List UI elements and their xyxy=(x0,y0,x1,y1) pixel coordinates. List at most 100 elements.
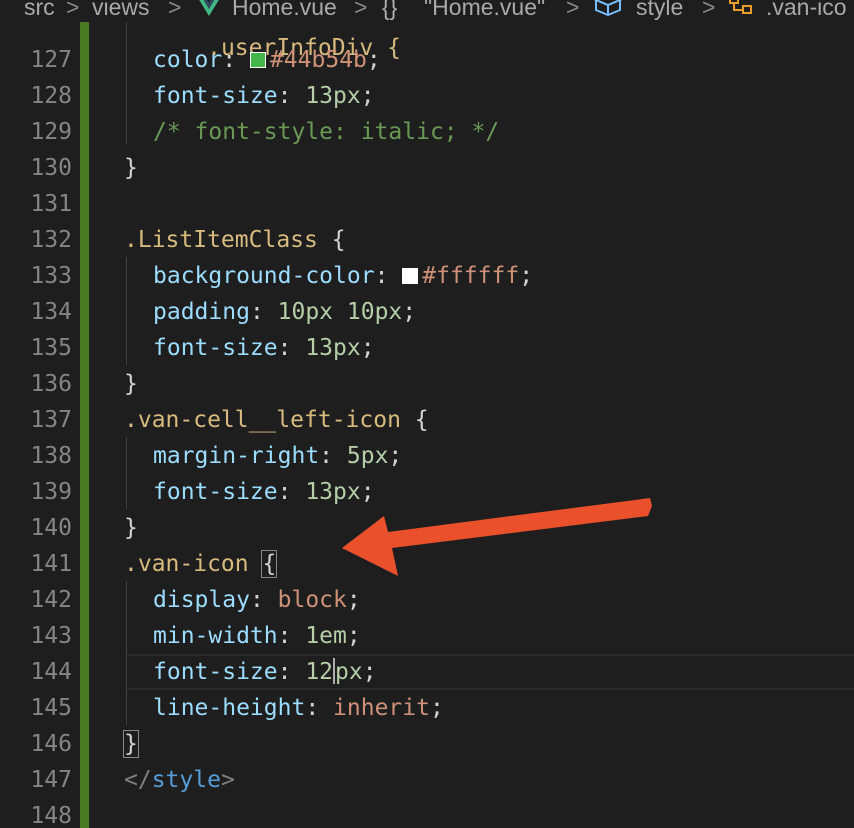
colon: : xyxy=(319,443,347,469)
matched-closing-brace: } xyxy=(123,730,139,758)
code-line-127[interactable]: color: #44b54b; xyxy=(153,42,381,78)
code-line-144[interactable]: font-size: 12px; xyxy=(153,654,377,690)
css-value-number: 12 xyxy=(305,659,334,685)
semicolon: ; xyxy=(360,335,375,361)
line-number: 133 xyxy=(30,263,72,289)
line-number: 129 xyxy=(30,119,72,145)
breadcrumb-item-style[interactable]: style xyxy=(636,0,683,22)
code-line-129[interactable]: /* font-style: italic; */ xyxy=(153,114,499,150)
cube-icon xyxy=(593,0,623,22)
closing-brace: } xyxy=(124,515,138,541)
css-selector: .van-icon xyxy=(124,551,249,577)
css-value: 1em xyxy=(305,623,347,649)
closing-brace: } xyxy=(124,155,138,181)
code-line-145[interactable]: line-height: inherit; xyxy=(153,690,444,726)
code-line-146[interactable]: } xyxy=(123,726,139,762)
breadcrumb: src > views > Home.vue > {} "Home.vue" >… xyxy=(0,0,854,22)
colon: : xyxy=(277,659,306,685)
line-number-gutter[interactable]: 126 127 128 129 130 131 132 133 134 135 … xyxy=(0,0,86,828)
css-value: block xyxy=(277,587,347,613)
css-value: 13px xyxy=(305,83,361,109)
code-line-135[interactable]: font-size: 13px; xyxy=(153,330,375,366)
closing-brace: } xyxy=(124,371,138,397)
code-line-139[interactable]: font-size: 13px; xyxy=(153,474,375,510)
braces-icon: {} xyxy=(382,0,398,20)
color-swatch[interactable] xyxy=(249,52,266,68)
code-line-130[interactable]: } xyxy=(124,150,138,186)
line-number: 128 xyxy=(30,83,72,109)
color-swatch[interactable] xyxy=(402,268,419,284)
css-value: #ffffff xyxy=(422,263,520,289)
css-value: 13px xyxy=(305,335,361,361)
line-number: 134 xyxy=(30,299,72,325)
opening-brace: { xyxy=(400,407,429,433)
line-number: 131 xyxy=(30,191,72,217)
css-comment: /* font-style: italic; */ xyxy=(153,119,500,145)
colon: : xyxy=(249,299,278,325)
code-line-128[interactable]: font-size: 13px; xyxy=(153,78,375,114)
breadcrumb-item-home-vue[interactable]: Home.vue xyxy=(232,0,337,22)
matched-opening-brace: { xyxy=(261,550,278,578)
style-tag-name: style xyxy=(151,767,221,793)
line-number: 148 xyxy=(30,803,72,828)
line-number: 144 xyxy=(30,659,72,685)
line-number: 127 xyxy=(30,47,72,73)
colon: : xyxy=(277,479,306,505)
css-property: font-size xyxy=(153,659,278,685)
semicolon: ; xyxy=(429,695,444,721)
css-value: #44b54b xyxy=(269,47,367,73)
line-number: 135 xyxy=(30,335,72,361)
code-area[interactable]: .userInfoDiv { color: #44b54b; font-size… xyxy=(110,22,854,828)
breadcrumb-item-src[interactable]: src xyxy=(24,0,55,22)
semicolon: ; xyxy=(366,47,381,73)
css-property: min-width xyxy=(153,623,278,649)
semicolon: ; xyxy=(362,659,377,685)
semicolon: ; xyxy=(388,443,403,469)
semicolon: ; xyxy=(360,479,375,505)
colon: : xyxy=(249,587,278,613)
css-property: font-size xyxy=(153,83,278,109)
line-number: 142 xyxy=(30,587,72,613)
code-line-141[interactable]: .van-icon { xyxy=(124,546,278,582)
semicolon: ; xyxy=(346,623,361,649)
line-number: 136 xyxy=(30,371,72,397)
css-value: inherit xyxy=(333,695,430,721)
line-number: 145 xyxy=(30,695,72,721)
line-number: 139 xyxy=(30,479,72,505)
opening-brace: { xyxy=(317,227,346,253)
code-line-142[interactable]: display: block; xyxy=(153,582,361,618)
line-number: 137 xyxy=(30,407,72,433)
css-selector: .van-cell__left-icon xyxy=(124,407,401,433)
css-property: line-height xyxy=(153,695,306,721)
css-property: color xyxy=(153,47,223,73)
colon: : xyxy=(277,335,306,361)
code-line-132[interactable]: .ListItemClass { xyxy=(124,222,346,258)
colon: : xyxy=(277,623,306,649)
code-editor[interactable]: src > views > Home.vue > {} "Home.vue" >… xyxy=(0,0,854,828)
code-line-133[interactable]: background-color: #ffffff; xyxy=(153,258,533,294)
breadcrumb-item-van-icon[interactable]: .van-ico xyxy=(766,0,847,22)
code-line-138[interactable]: margin-right: 5px; xyxy=(153,438,402,474)
line-number: 132 xyxy=(30,227,72,253)
code-line-136[interactable]: } xyxy=(124,366,138,402)
css-property: font-size xyxy=(153,335,278,361)
css-selector: .ListItemClass xyxy=(124,227,318,253)
code-line-147[interactable]: </style> xyxy=(124,762,235,798)
semicolon: ; xyxy=(360,83,375,109)
code-line-143[interactable]: min-width: 1em; xyxy=(153,618,361,654)
line-number: 140 xyxy=(30,515,72,541)
code-line-134[interactable]: padding: 10px 10px; xyxy=(153,294,416,330)
css-property: margin-right xyxy=(153,443,320,469)
css-value: 10px 10px xyxy=(277,299,403,325)
code-line-140[interactable]: } xyxy=(124,510,138,546)
breadcrumb-separator: > xyxy=(354,0,368,20)
colon: : xyxy=(222,47,250,73)
breadcrumb-item-views[interactable]: views xyxy=(92,0,150,22)
colon: : xyxy=(374,263,403,289)
css-rule-icon xyxy=(728,0,754,22)
breadcrumb-separator: > xyxy=(168,0,182,20)
css-value: 5px xyxy=(346,443,389,469)
colon: : xyxy=(277,83,306,109)
breadcrumb-item-home-vue-symbol[interactable]: "Home.vue" xyxy=(424,0,545,22)
code-line-137[interactable]: .van-cell__left-icon { xyxy=(124,402,429,438)
